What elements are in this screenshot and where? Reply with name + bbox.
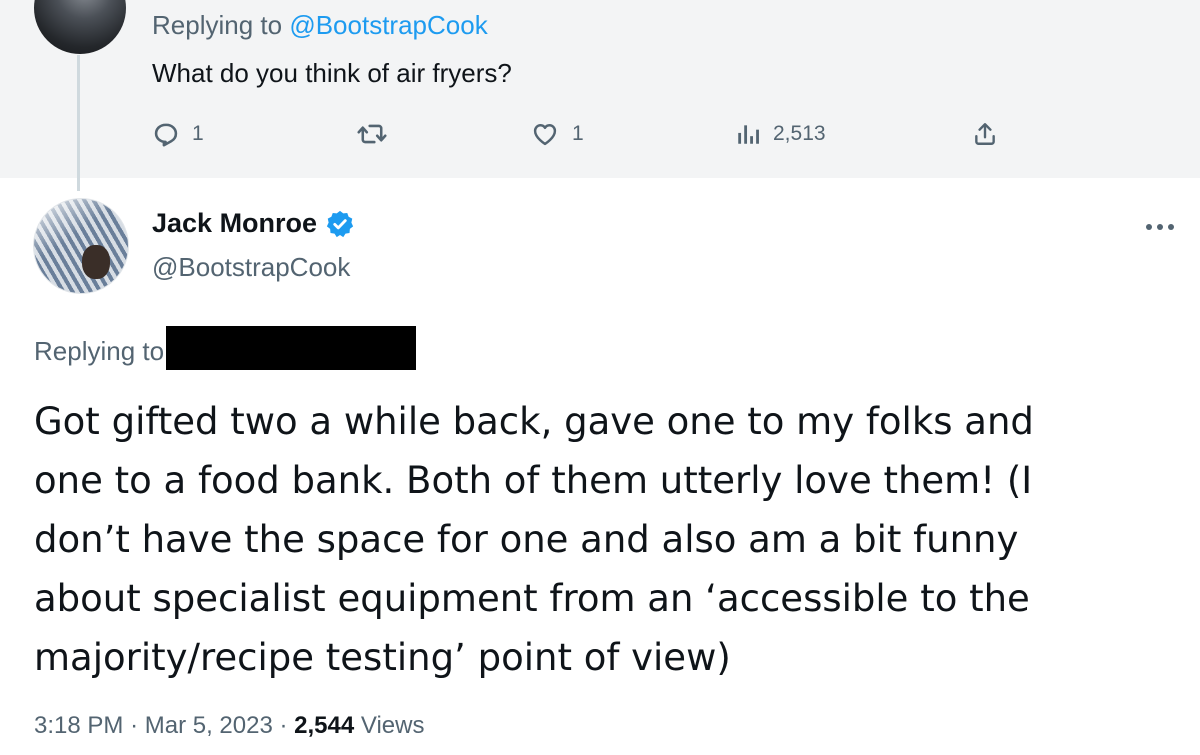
parent-author-avatar[interactable] bbox=[34, 0, 126, 54]
share-icon bbox=[972, 120, 998, 148]
parent-tweet[interactable]: Replying to @BootstrapCook What do you t… bbox=[0, 0, 1200, 178]
redacted-handle-box bbox=[166, 326, 416, 370]
tweet-text-line: one to a food bank. Both of them utterly… bbox=[34, 459, 1033, 502]
replying-to-handle-link[interactable]: @BootstrapCook bbox=[289, 10, 487, 40]
author-display-name[interactable]: Jack Monroe bbox=[152, 208, 355, 239]
tweet-views-label: Views bbox=[360, 712, 425, 739]
views-count: 2,513 bbox=[773, 122, 826, 145]
analytics-button[interactable]: 2,513 bbox=[735, 116, 826, 152]
tweet-text-line: majority/recipe testing’ point of view) bbox=[34, 636, 731, 679]
retweet-icon bbox=[357, 120, 387, 148]
tweet-text-line: about specialist equipment from an ‘acce… bbox=[34, 577, 1030, 620]
meta-separator: · bbox=[130, 712, 139, 739]
reply-count: 1 bbox=[192, 122, 204, 145]
tweet-views-count: 2,544 bbox=[294, 712, 355, 739]
author-handle[interactable]: @BootstrapCook bbox=[152, 252, 350, 283]
verified-badge-icon bbox=[325, 209, 355, 239]
analytics-icon bbox=[735, 120, 761, 148]
author-avatar[interactable] bbox=[33, 198, 129, 294]
parent-tweet-text: What do you think of air fryers? bbox=[152, 58, 512, 88]
tweet-time[interactable]: 3:18 PM bbox=[34, 712, 123, 739]
tweet-text-line: Got gifted two a while back, gave one to… bbox=[34, 400, 1034, 443]
like-button[interactable]: 1 bbox=[530, 116, 584, 152]
retweet-button[interactable] bbox=[357, 116, 399, 152]
tweet-text-line: don’t have the space for one and also am… bbox=[34, 518, 1019, 561]
thread-connector-line bbox=[77, 55, 80, 191]
parent-replying-to: Replying to @BootstrapCook bbox=[152, 10, 488, 41]
reply-button[interactable]: 1 bbox=[152, 116, 204, 152]
tweet-text: Got gifted two a while back, gave one to… bbox=[34, 392, 1184, 687]
display-name-text: Jack Monroe bbox=[152, 208, 318, 238]
more-options-icon bbox=[1145, 218, 1175, 236]
replying-to-label: Replying to bbox=[34, 336, 165, 366]
like-count: 1 bbox=[572, 122, 584, 145]
heart-icon bbox=[530, 120, 560, 148]
reply-icon bbox=[152, 120, 180, 148]
share-button[interactable] bbox=[972, 116, 998, 152]
tweet-date[interactable]: Mar 5, 2023 bbox=[145, 712, 273, 739]
more-options-button[interactable] bbox=[1140, 212, 1180, 242]
replying-to-label: Replying to bbox=[152, 10, 290, 40]
tweet-metadata: 3:18 PM · Mar 5, 2023 · 2,544 Views bbox=[34, 712, 424, 740]
meta-separator: · bbox=[279, 712, 288, 739]
